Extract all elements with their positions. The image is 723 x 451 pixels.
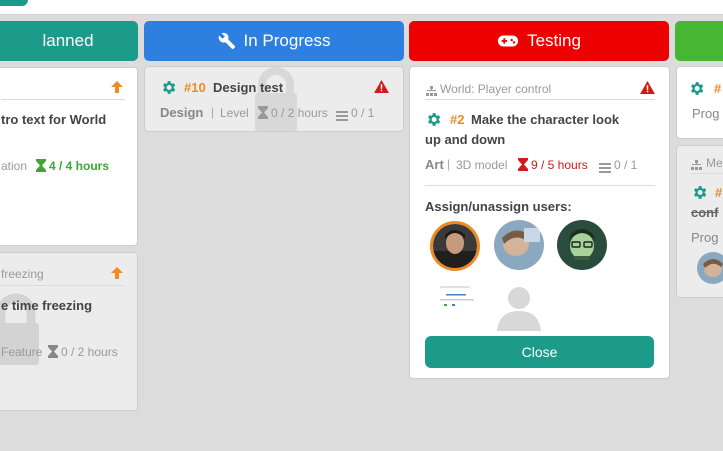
user-avatar-3[interactable] bbox=[557, 220, 607, 270]
card-category: ation bbox=[1, 159, 28, 173]
card-header: freezing bbox=[1, 267, 44, 281]
column-title-planned: lanned bbox=[42, 31, 94, 50]
card-divider bbox=[1, 99, 125, 100]
user-avatar-4[interactable] bbox=[430, 282, 480, 332]
gear-icon bbox=[425, 111, 442, 133]
column-title-in-progress: In Progress bbox=[243, 31, 331, 50]
warning-icon bbox=[640, 81, 655, 99]
assign-users-label: Assign/unassign users: bbox=[425, 199, 572, 214]
task-card-right-1[interactable]: # Prog bbox=[676, 66, 723, 139]
card-divider bbox=[691, 173, 723, 174]
card-hours: 0 / 2 hours bbox=[271, 106, 328, 120]
user-avatar-placeholder[interactable] bbox=[494, 281, 544, 331]
top-bar bbox=[0, 0, 723, 15]
gamepad-icon bbox=[497, 33, 519, 49]
task-card-right-2[interactable]: Me # conf Prog bbox=[676, 145, 723, 298]
card-number: #2 bbox=[450, 112, 465, 127]
card-number: # bbox=[714, 81, 722, 96]
card-title: tro text for World bbox=[1, 112, 107, 127]
hourglass-icon bbox=[36, 159, 46, 177]
gear-icon bbox=[688, 80, 705, 102]
card-title-line-1: Make the character look bbox=[471, 112, 620, 127]
card-tasks: 0 / 1 bbox=[614, 158, 638, 172]
task-card-planned-1[interactable]: tro text for World ation 4 / 4 hours bbox=[0, 67, 138, 246]
hourglass-icon bbox=[518, 158, 528, 176]
card-category: Prog bbox=[692, 106, 720, 121]
card-number: #10 bbox=[184, 80, 206, 95]
task-card-planned-2[interactable]: freezing e time freezing Feature 0 / 2 h… bbox=[0, 252, 138, 411]
priority-up-icon bbox=[110, 266, 124, 285]
card-title: e time freezing bbox=[1, 298, 93, 313]
top-bar-tab[interactable] bbox=[0, 0, 28, 6]
card-category: Prog bbox=[691, 230, 719, 245]
card-tasks: 0 / 1 bbox=[351, 106, 375, 120]
card-subcategory: Level bbox=[220, 106, 249, 120]
card-divider bbox=[425, 99, 655, 100]
card-divider bbox=[425, 185, 655, 186]
card-hours: 9 / 5 hours bbox=[531, 158, 588, 172]
task-list-icon bbox=[599, 160, 611, 178]
hourglass-icon bbox=[258, 106, 268, 124]
card-title-line-2: up and down bbox=[425, 132, 506, 147]
card-hours: 4 / 4 hours bbox=[49, 159, 110, 173]
user-avatar-assigned[interactable] bbox=[430, 221, 480, 271]
column-header-in-progress[interactable]: In Progress bbox=[144, 21, 404, 61]
card-category: Art bbox=[425, 157, 444, 172]
column-header-testing[interactable]: Testing bbox=[409, 21, 669, 61]
column-title-testing: Testing bbox=[527, 31, 581, 50]
card-title: conf bbox=[691, 205, 719, 220]
card-header: World: Player control bbox=[440, 82, 552, 96]
task-list-icon bbox=[336, 108, 348, 126]
card-hours: 0 / 2 hours bbox=[61, 345, 118, 359]
card-header: Me bbox=[706, 156, 723, 170]
wrench-icon bbox=[218, 32, 236, 50]
card-subcategory: 3D model bbox=[456, 158, 508, 172]
card-category: Design bbox=[160, 105, 204, 120]
card-title: Design test bbox=[213, 80, 284, 95]
gear-icon bbox=[691, 184, 708, 206]
user-avatar-right[interactable] bbox=[697, 252, 723, 284]
priority-up-icon bbox=[110, 80, 124, 99]
gear-icon bbox=[160, 79, 177, 101]
user-avatar-2[interactable] bbox=[494, 220, 544, 270]
card-divider bbox=[1, 285, 125, 286]
task-card-design-test[interactable]: #10 Design test Design | Level 0 / 2 hou… bbox=[144, 66, 404, 132]
column-header-planned[interactable]: lanned bbox=[0, 21, 138, 61]
hourglass-icon bbox=[48, 345, 58, 363]
card-category-separator: | bbox=[211, 105, 215, 119]
card-number: # bbox=[715, 185, 723, 200]
column-header-done[interactable] bbox=[675, 21, 723, 61]
warning-icon bbox=[374, 80, 389, 98]
card-category-separator: | bbox=[447, 157, 451, 171]
close-button[interactable]: Close bbox=[425, 336, 654, 368]
card-category: Feature bbox=[1, 345, 43, 359]
